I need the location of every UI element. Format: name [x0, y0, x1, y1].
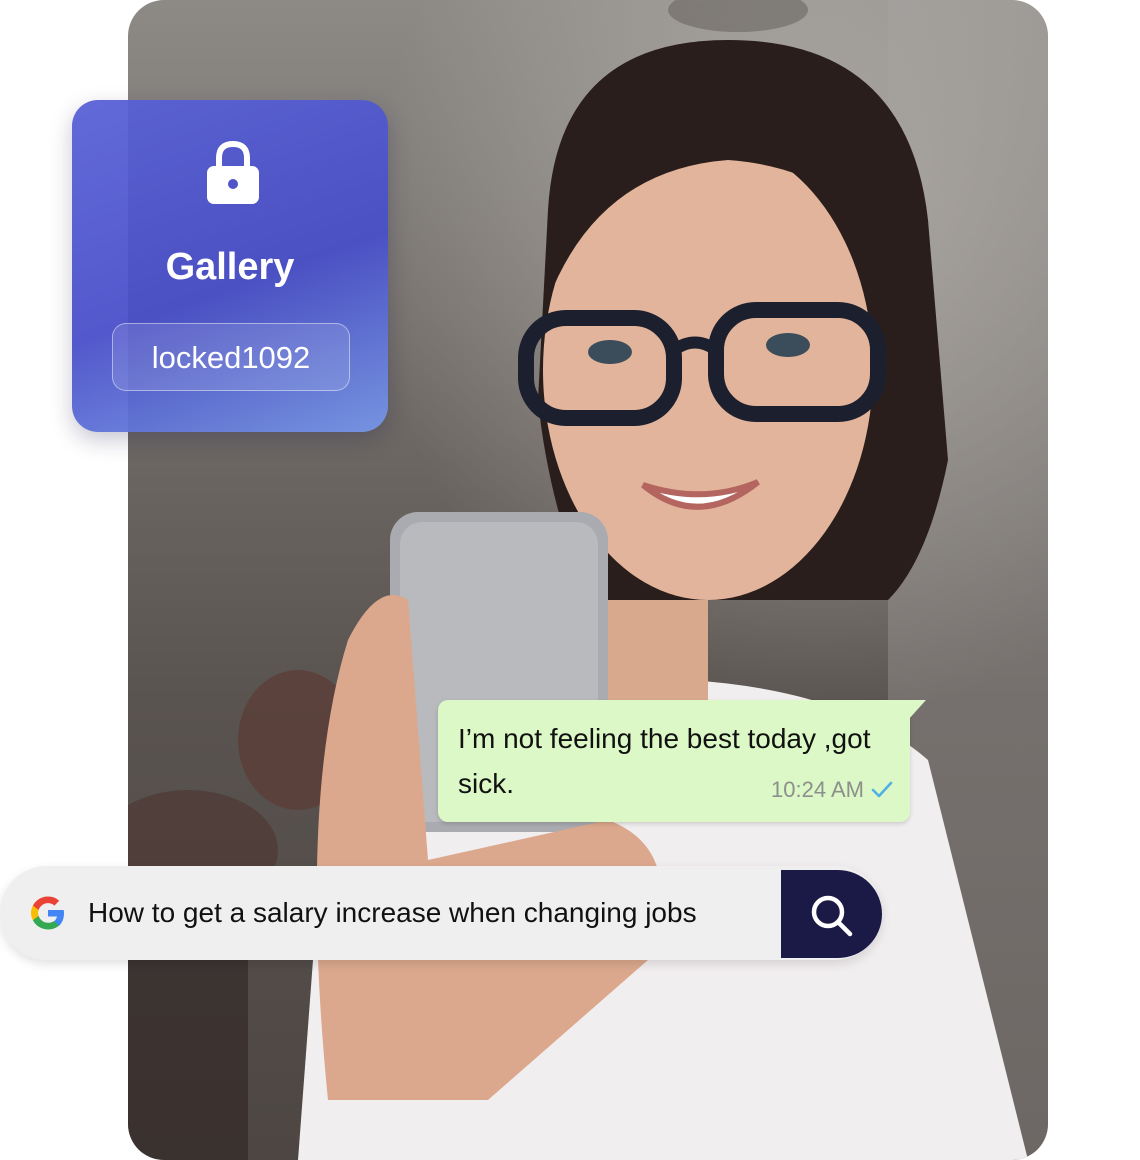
check-icon [871, 781, 893, 798]
chat-bubble-tail [908, 700, 926, 720]
lock-icon [207, 140, 259, 204]
chat-message-time: 10:24 AM [771, 777, 864, 802]
search-icon [811, 895, 853, 937]
search-input[interactable]: How to get a salary increase when changi… [88, 893, 778, 933]
google-icon [31, 896, 64, 930]
gallery-title: Gallery [165, 246, 295, 288]
gallery-pin-field[interactable]: locked1092 [112, 323, 350, 391]
